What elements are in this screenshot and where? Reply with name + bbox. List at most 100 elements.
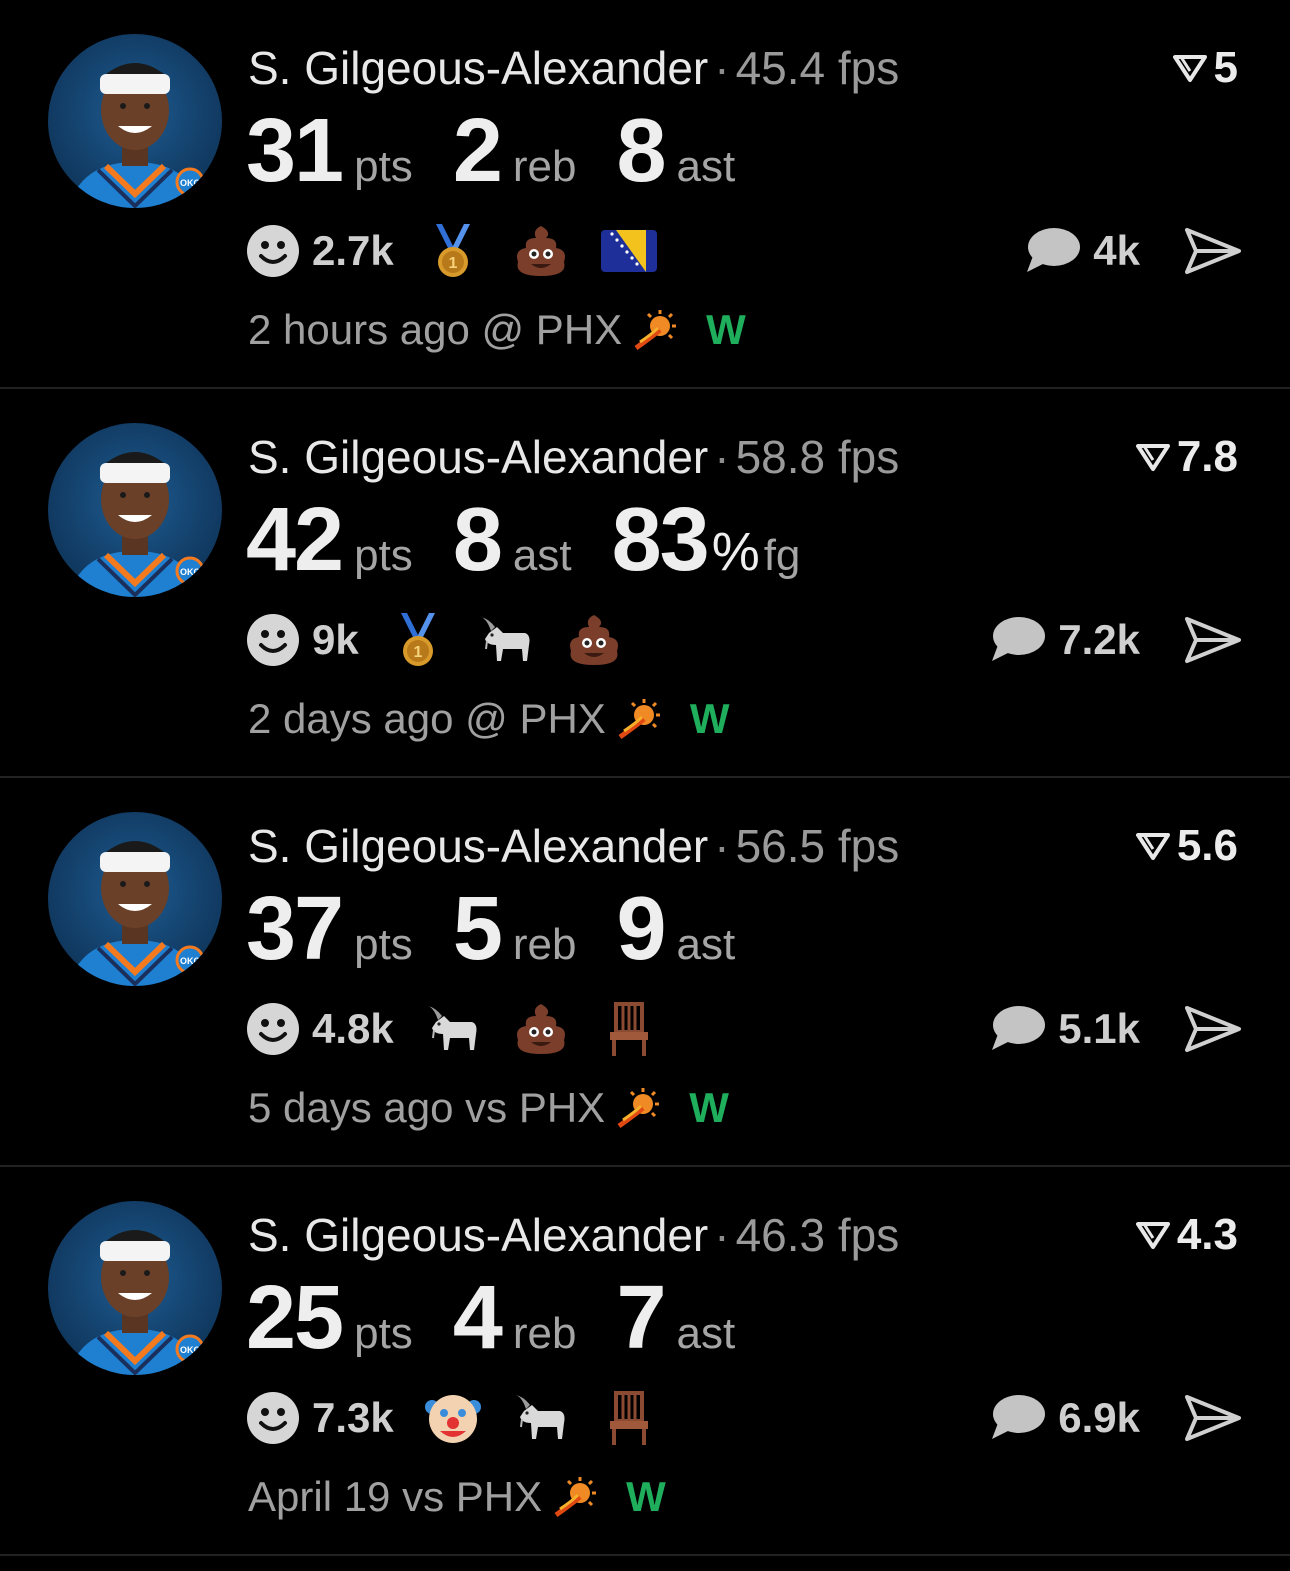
reactions-row: 2.7k 1 [246, 216, 688, 286]
suns-logo-icon [618, 699, 660, 740]
stat-value: 25 [246, 1268, 344, 1368]
send-icon[interactable] [1184, 1004, 1242, 1054]
rating-value: 7.8 [1176, 432, 1238, 481]
down-triangle-icon [1135, 1222, 1170, 1249]
send-icon[interactable] [1184, 226, 1242, 276]
player-name[interactable]: S. Gilgeous-Alexander [248, 1209, 708, 1261]
stat-value: 31 [246, 101, 344, 201]
game-result: W [689, 1084, 729, 1131]
fantasy-points: 56.5 fps [735, 820, 900, 872]
player-avatar[interactable]: OKC [48, 34, 222, 208]
game-result: W [626, 1473, 666, 1520]
chair-icon[interactable] [600, 1389, 688, 1447]
suns-logo-icon [617, 1088, 660, 1129]
poop-icon[interactable] [565, 611, 653, 669]
svg-text:OKC: OKC [180, 567, 201, 577]
game-time[interactable]: 2 hours ago @ PHX [248, 300, 622, 360]
smile-icon[interactable] [246, 1391, 300, 1445]
game-time[interactable]: April 19 vs PHX [248, 1467, 542, 1527]
send-icon[interactable] [1184, 615, 1242, 665]
svg-text:1: 1 [448, 255, 457, 272]
fantasy-points: 45.4 fps [735, 42, 900, 94]
chair-icon[interactable] [600, 1000, 688, 1058]
player-name[interactable]: S. Gilgeous-Alexander [248, 431, 708, 483]
stat-value: 37 [246, 879, 344, 979]
speech-bubble-icon[interactable] [988, 615, 1046, 665]
player-name[interactable]: S. Gilgeous-Alexander [248, 42, 708, 94]
stat-unit: pts [354, 920, 413, 969]
player-avatar[interactable]: OKC [48, 1201, 222, 1375]
stat-ast: 7 ast [616, 1267, 735, 1370]
stat-line: 42 pts 8 ast 83% fg [246, 489, 840, 592]
poop-icon[interactable] [512, 1000, 600, 1058]
rating-score[interactable]: 4.3 [1135, 1205, 1238, 1265]
post-card-4[interactable]: OKC S. Gilgeous-Alexander · 46.3 fps 4.3 2… [0, 1167, 1290, 1556]
down-triangle-icon [1172, 55, 1207, 82]
send-icon[interactable] [1184, 1393, 1242, 1443]
game-result: W [706, 306, 746, 353]
fantasy-points: 46.3 fps [735, 1209, 900, 1261]
bosnia-flag-icon[interactable] [600, 222, 688, 280]
comment-count: 5.1k [1058, 1005, 1140, 1052]
reactions-row: 9k 1 [246, 605, 653, 675]
like-count: 2.7k [312, 227, 394, 274]
emoji-reactions: 1 [424, 222, 688, 280]
player-name[interactable]: S. Gilgeous-Alexander [248, 820, 708, 872]
player-avatar[interactable]: OKC [48, 423, 222, 597]
rating-value: 5.6 [1176, 821, 1238, 870]
social-actions: 4k [1023, 216, 1242, 286]
post-header: S. Gilgeous-Alexander · 46.3 fps [248, 1205, 899, 1265]
stat-unit: reb [512, 920, 577, 969]
post-card-2[interactable]: OKC S. Gilgeous-Alexander · 58.8 fps 7.8 4… [0, 389, 1290, 778]
stat-line: 31 pts 2 reb 8 ast [246, 100, 775, 203]
game-time[interactable]: 5 days ago vs PHX [248, 1078, 605, 1138]
stat-unit: ast [676, 1309, 736, 1358]
goat-icon[interactable] [424, 1000, 512, 1058]
game-info: 5 days ago vs PHX W [248, 1078, 729, 1138]
smile-icon[interactable] [246, 613, 300, 667]
rating-value: 4.3 [1176, 1210, 1238, 1259]
player-avatar[interactable]: OKC [48, 812, 222, 986]
goat-icon[interactable] [512, 1389, 600, 1447]
stat-value: 4 [452, 1268, 503, 1368]
stat-unit: ast [512, 531, 572, 580]
stat-pts: 42 pts [246, 489, 413, 592]
speech-bubble-icon[interactable] [1023, 226, 1081, 276]
rating-score[interactable]: 7.8 [1135, 427, 1238, 487]
post-card-3[interactable]: OKC S. Gilgeous-Alexander · 56.5 fps 5.6 3… [0, 778, 1290, 1167]
stat-reb: 2 reb [453, 100, 577, 203]
speech-bubble-icon[interactable] [988, 1393, 1046, 1443]
stat-unit: reb [512, 142, 577, 191]
stat-value: 8 [452, 490, 503, 590]
post-card-1[interactable]: OKC S. Gilgeous-Alexander · 45.4 fps 5 31 p… [0, 0, 1290, 389]
reactions-row: 4.8k [246, 994, 688, 1064]
stat-value: 8 [616, 101, 666, 201]
separator-dot: · [714, 431, 730, 483]
smile-icon[interactable] [246, 224, 300, 278]
stat-pts: 31 pts [246, 100, 413, 203]
post-header: S. Gilgeous-Alexander · 56.5 fps [248, 816, 899, 876]
player-photo-icon: OKC [68, 63, 205, 208]
rating-score[interactable]: 5 [1172, 38, 1238, 98]
post-header: S. Gilgeous-Alexander · 58.8 fps [248, 427, 899, 487]
stat-unit: reb [512, 1309, 577, 1358]
smile-icon[interactable] [246, 1002, 300, 1056]
gold-medal-icon[interactable]: 1 [389, 611, 477, 669]
poop-icon[interactable] [512, 222, 600, 280]
goat-icon[interactable] [477, 611, 565, 669]
clown-icon[interactable] [424, 1389, 512, 1447]
stat-percent-sign: % [711, 522, 760, 582]
emoji-reactions [424, 1000, 688, 1058]
game-time[interactable]: 2 days ago @ PHX [248, 689, 606, 749]
stat-value: 42 [246, 490, 344, 590]
emoji-reactions [424, 1389, 688, 1447]
gold-medal-icon[interactable]: 1 [424, 222, 512, 280]
speech-bubble-icon[interactable] [988, 1004, 1046, 1054]
stat-unit: pts [354, 142, 413, 191]
svg-text:OKC: OKC [180, 956, 201, 966]
stat-ast: 8 ast [453, 489, 572, 592]
player-photo-icon: OKC [68, 452, 205, 597]
stat-reb: 5 reb [453, 878, 577, 981]
rating-score[interactable]: 5.6 [1135, 816, 1238, 876]
separator-dot: · [714, 820, 730, 872]
